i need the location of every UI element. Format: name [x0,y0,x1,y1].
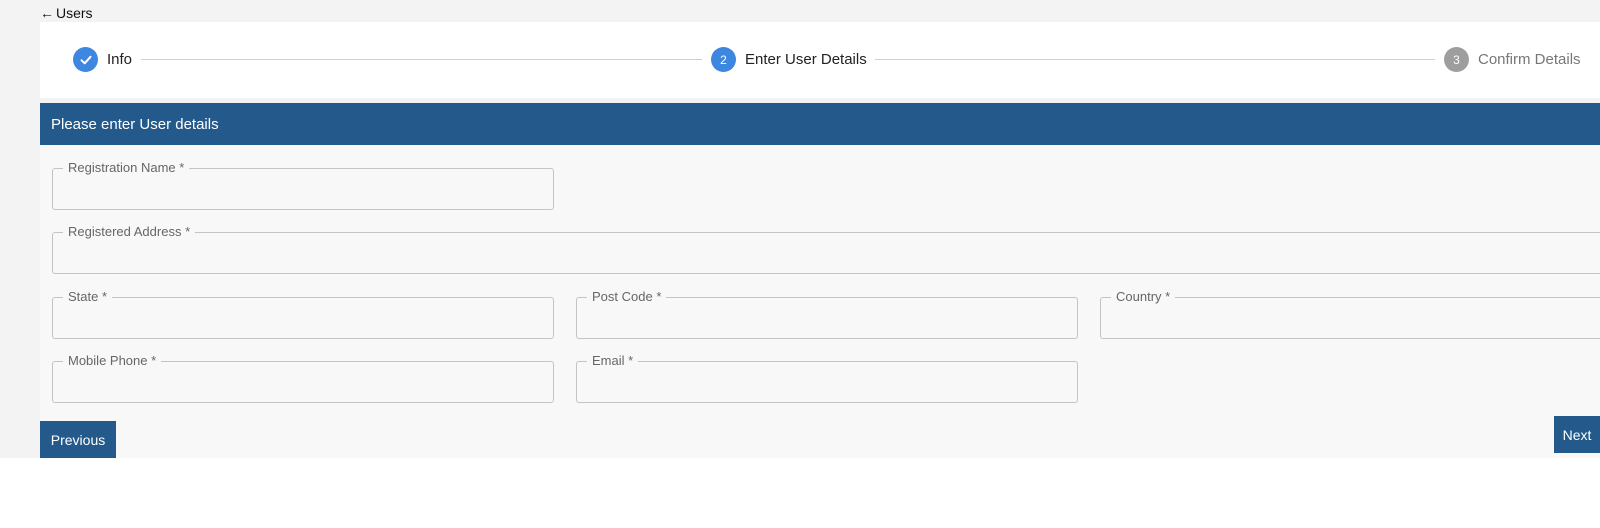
post-code-field[interactable]: Post Code * [576,289,1078,339]
user-details-form: Registration Name * Registered Address *… [40,145,1600,458]
registered-address-input[interactable] [53,233,1600,273]
post-code-input[interactable] [577,298,1077,338]
step-enter-user-details[interactable]: 2 Enter User Details [711,47,867,72]
arrow-left-icon: ← [40,5,54,21]
state-field[interactable]: State * [52,289,554,339]
back-link-label: Users [56,5,93,21]
section-title: Please enter User details [51,115,219,133]
country-field[interactable]: Country * [1100,289,1600,339]
step-label: Confirm Details [1478,51,1581,68]
section-header: Please enter User details [40,103,1600,145]
mobile-phone-field[interactable]: Mobile Phone * [52,353,554,403]
step-info[interactable]: Info [73,47,132,72]
next-button[interactable]: Next [1554,416,1600,453]
registration-name-input[interactable] [53,169,553,209]
check-icon [73,47,98,72]
country-input[interactable] [1101,298,1600,338]
step-confirm-details[interactable]: 3 Confirm Details [1444,47,1581,72]
state-input[interactable] [53,298,553,338]
back-to-users-link[interactable]: ← Users [40,5,93,21]
email-field[interactable]: Email * [576,353,1078,403]
step-connector [141,59,702,60]
registered-address-field[interactable]: Registered Address * [52,224,1600,274]
step-number: 3 [1444,47,1469,72]
mobile-phone-input[interactable] [53,362,553,402]
step-number: 2 [711,47,736,72]
step-label: Enter User Details [745,51,867,68]
registration-name-field[interactable]: Registration Name * [52,160,554,210]
step-connector [875,59,1435,60]
previous-button[interactable]: Previous [40,421,116,458]
step-label: Info [107,51,133,68]
stepper: Info 2 Enter User Details 3 Confirm Deta… [40,22,1600,98]
email-input[interactable] [577,362,1077,402]
